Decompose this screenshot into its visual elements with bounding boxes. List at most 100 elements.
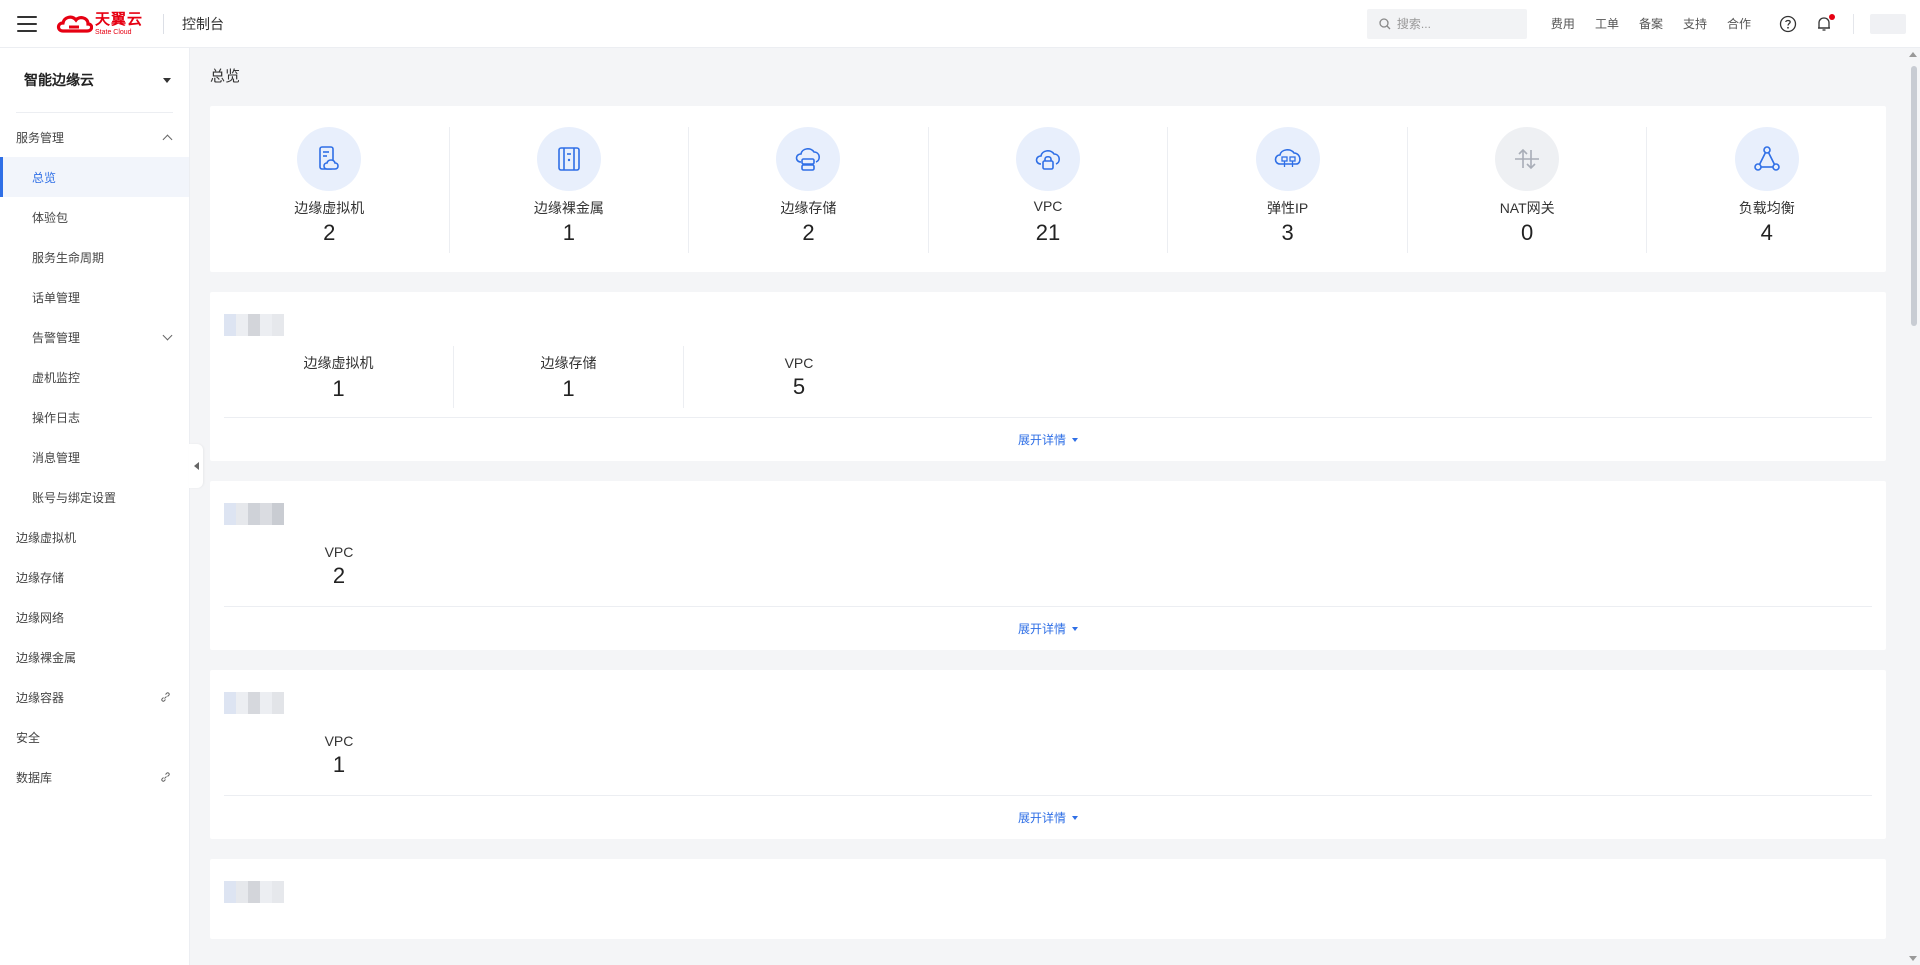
menu-icon[interactable] bbox=[17, 15, 37, 32]
nav-link-support[interactable]: 支持 bbox=[1683, 15, 1707, 32]
sidebar-item-operation-log[interactable]: 操作日志 bbox=[0, 397, 189, 437]
sidebar-item-database[interactable]: 数据库 bbox=[0, 757, 189, 797]
stat-value: 2 bbox=[332, 562, 346, 588]
global-search[interactable] bbox=[1366, 8, 1527, 39]
sidebar-item-label: 服务管理 bbox=[16, 130, 65, 145]
stat-label: 边缘虚拟机 bbox=[303, 354, 374, 371]
stat-value: 1 bbox=[562, 375, 575, 401]
region-stats: VPC 2 bbox=[224, 526, 1872, 606]
sidebar-nav: 服务管理 总览 体验包 服务生命周期 话单管理 告警管理 虚机监控 操作日志 消… bbox=[0, 113, 189, 797]
stat-value: 1 bbox=[332, 751, 346, 777]
console-title[interactable]: 控制台 bbox=[182, 14, 224, 34]
scroll-up-icon[interactable] bbox=[1909, 52, 1917, 57]
search-input[interactable] bbox=[1396, 16, 1517, 31]
chevron-up-icon bbox=[162, 134, 173, 144]
summary-value: 2 bbox=[323, 220, 336, 245]
sidebar-item-label: 虚机监控 bbox=[32, 370, 81, 385]
bell-icon[interactable] bbox=[1815, 13, 1835, 33]
region-name-redacted bbox=[224, 691, 284, 715]
product-selector[interactable]: 智能边缘云 bbox=[0, 48, 189, 112]
region-stat-vpc[interactable]: VPC 2 bbox=[224, 535, 454, 597]
brand-logo[interactable]: 天翼云 State Cloud bbox=[55, 12, 143, 36]
stat-value: 5 bbox=[792, 373, 806, 399]
region-card bbox=[210, 859, 1886, 939]
sidebar-item-label: 边缘存储 bbox=[16, 570, 65, 585]
stat-label: VPC bbox=[784, 354, 814, 371]
expand-details-button[interactable]: 展开详情 bbox=[1018, 809, 1078, 826]
sidebar-item-security[interactable]: 安全 bbox=[0, 717, 189, 757]
summary-item-edge-storage[interactable]: 边缘存储 2 bbox=[689, 127, 929, 253]
header-divider-right bbox=[1853, 13, 1854, 34]
sidebar-item-label: 总览 bbox=[32, 170, 57, 185]
scrollbar-thumb[interactable] bbox=[1911, 66, 1917, 326]
summary-value: 0 bbox=[1521, 220, 1534, 245]
expand-details-button[interactable]: 展开详情 bbox=[1018, 620, 1078, 637]
vpc-lock-icon bbox=[1016, 127, 1081, 191]
stat-label: VPC bbox=[324, 732, 354, 749]
nat-gateway-icon bbox=[1495, 127, 1560, 191]
sidebar-item-service-lifecycle[interactable]: 服务生命周期 bbox=[0, 237, 189, 277]
chevron-down-icon bbox=[162, 330, 173, 340]
external-link-icon bbox=[161, 691, 170, 702]
expand-label: 展开详情 bbox=[1017, 433, 1066, 447]
caret-down-icon bbox=[1072, 437, 1078, 442]
help-icon[interactable] bbox=[1779, 15, 1797, 33]
page-title: 总览 bbox=[210, 68, 241, 85]
resource-summary: 边缘虚拟机 2 边缘裸金属 1 边缘存储 2 VPC 21 弹性IP 3 NAT… bbox=[210, 106, 1886, 272]
region-card: VPC 2 展开详情 bbox=[210, 481, 1886, 650]
search-icon bbox=[1379, 17, 1391, 29]
sidebar-item-label: 告警管理 bbox=[32, 330, 81, 345]
summary-label: 负载均衡 bbox=[1738, 200, 1795, 216]
sidebar: 智能边缘云 服务管理 总览 体验包 服务生命周期 话单管理 告警管理 虚机监控 … bbox=[0, 48, 190, 965]
region-stats: VPC 1 bbox=[224, 715, 1872, 795]
expand-details-button[interactable]: 展开详情 bbox=[1018, 431, 1078, 448]
region-stat-edge-vm[interactable]: 边缘虚拟机 1 bbox=[224, 346, 454, 408]
region-stat-vpc[interactable]: VPC 5 bbox=[684, 346, 914, 408]
region-stat-edge-storage[interactable]: 边缘存储 1 bbox=[454, 346, 684, 408]
sidebar-item-message-management[interactable]: 消息管理 bbox=[0, 437, 189, 477]
stat-label: VPC bbox=[324, 543, 354, 560]
sidebar-item-edge-bare-metal[interactable]: 边缘裸金属 bbox=[0, 637, 189, 677]
main-content: 总览 边缘虚拟机 2 边缘裸金属 1 边缘存储 2 VPC 21 弹性IP 3 … bbox=[210, 48, 1886, 965]
sidebar-item-edge-network[interactable]: 边缘网络 bbox=[0, 597, 189, 637]
sidebar-item-edge-storage[interactable]: 边缘存储 bbox=[0, 557, 189, 597]
nav-link-partner[interactable]: 合作 bbox=[1727, 15, 1751, 32]
sidebar-item-alarm-management[interactable]: 告警管理 bbox=[0, 317, 189, 357]
stat-value: 1 bbox=[332, 375, 345, 401]
cloud-logo-icon bbox=[56, 15, 93, 33]
sidebar-item-overview[interactable]: 总览 bbox=[0, 157, 189, 197]
nav-link-tickets[interactable]: 工单 bbox=[1595, 15, 1619, 32]
summary-item-edge-bare-metal[interactable]: 边缘裸金属 1 bbox=[450, 127, 690, 253]
summary-label: 边缘虚拟机 bbox=[294, 200, 365, 216]
sidebar-item-edge-container[interactable]: 边缘容器 bbox=[0, 677, 189, 717]
sidebar-item-bill-records[interactable]: 话单管理 bbox=[0, 277, 189, 317]
sidebar-group-service-management[interactable]: 服务管理 bbox=[0, 117, 189, 157]
sidebar-item-account-binding[interactable]: 账号与绑定设置 bbox=[0, 477, 189, 517]
summary-item-vpc[interactable]: VPC 21 bbox=[929, 127, 1169, 253]
sidebar-item-edge-vm[interactable]: 边缘虚拟机 bbox=[0, 517, 189, 557]
stat-label: 边缘存储 bbox=[540, 354, 597, 371]
region-name-redacted bbox=[224, 313, 284, 337]
page-scrollbar[interactable] bbox=[1906, 48, 1920, 965]
summary-item-load-balancer[interactable]: 负载均衡 4 bbox=[1647, 127, 1886, 253]
caret-down-icon bbox=[1072, 815, 1078, 820]
region-stat-vpc[interactable]: VPC 1 bbox=[224, 724, 454, 786]
summary-item-nat-gateway[interactable]: NAT网关 0 bbox=[1408, 127, 1648, 253]
scroll-down-icon[interactable] bbox=[1909, 956, 1917, 961]
nav-link-filing[interactable]: 备案 bbox=[1639, 15, 1663, 32]
avatar[interactable] bbox=[1870, 13, 1906, 34]
summary-item-elastic-ip[interactable]: 弹性IP 3 bbox=[1168, 127, 1408, 253]
nav-link-billing[interactable]: 费用 bbox=[1551, 15, 1575, 32]
sidebar-item-label: 消息管理 bbox=[32, 450, 81, 465]
top-bar: 天翼云 State Cloud 控制台 费用 工单 备案 支持 合作 bbox=[0, 0, 1920, 48]
header-divider bbox=[163, 13, 165, 34]
summary-item-edge-vm[interactable]: 边缘虚拟机 2 bbox=[210, 127, 450, 253]
summary-label: 边缘存储 bbox=[780, 200, 837, 216]
sidebar-item-trial-package[interactable]: 体验包 bbox=[0, 197, 189, 237]
sidebar-item-vm-monitor[interactable]: 虚机监控 bbox=[0, 357, 189, 397]
sidebar-collapse-button[interactable] bbox=[189, 444, 203, 488]
expand-label: 展开详情 bbox=[1017, 811, 1066, 825]
sidebar-item-label: 边缘虚拟机 bbox=[16, 530, 77, 545]
region-name-redacted bbox=[224, 880, 284, 904]
sidebar-item-label: 服务生命周期 bbox=[32, 250, 105, 265]
